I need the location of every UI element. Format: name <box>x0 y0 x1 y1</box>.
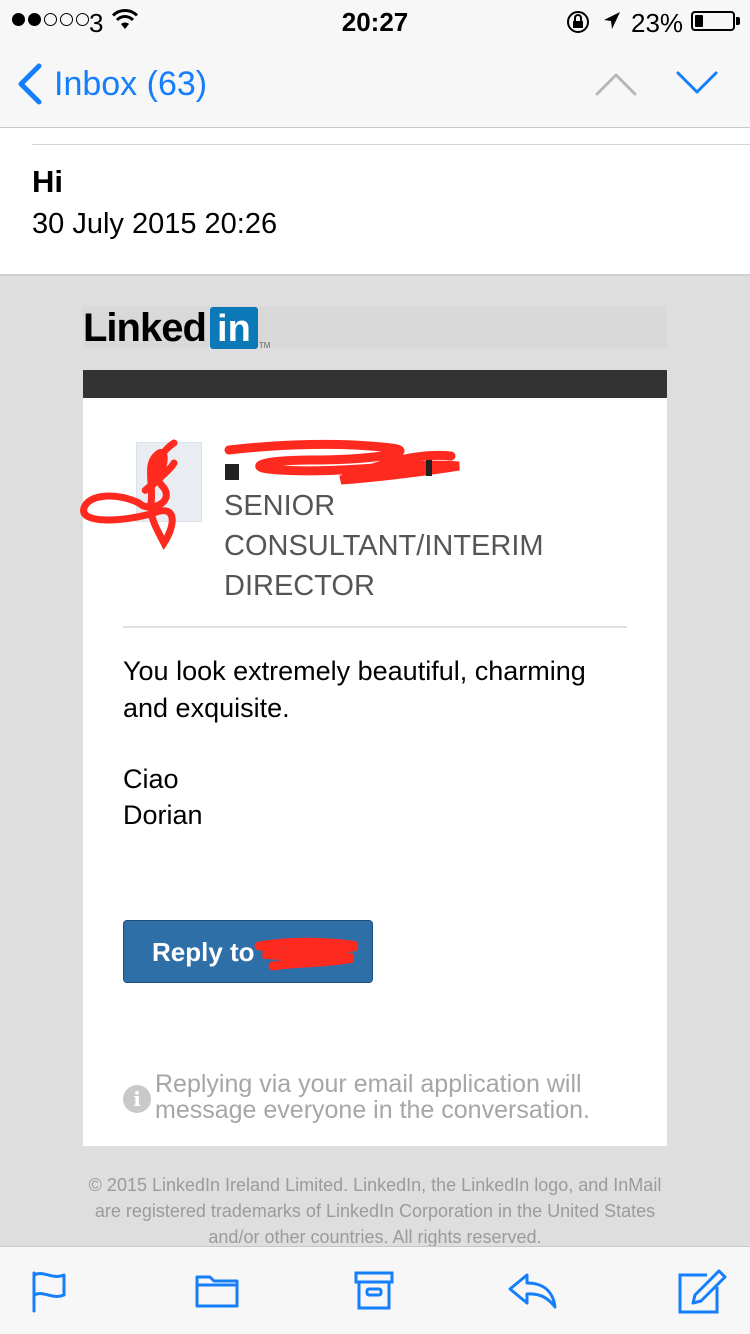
info-icon: i <box>123 1085 151 1113</box>
flag-icon[interactable] <box>30 1269 70 1313</box>
signoff-greeting: Ciao <box>123 764 179 794</box>
divider <box>123 626 627 628</box>
reply-note: i Replying via your email application wi… <box>123 1071 625 1123</box>
message-text: You look extremely beautiful, charming a… <box>123 656 586 723</box>
status-bar: 3 20:27 23% <box>0 0 750 40</box>
archive-icon[interactable] <box>354 1269 394 1311</box>
legal-footer: © 2015 LinkedIn Ireland Limited. LinkedI… <box>88 1175 662 1246</box>
signoff-name: Dorian <box>123 800 203 830</box>
nav-bar: Inbox (63) <box>0 40 750 128</box>
chevron-up-icon[interactable] <box>594 68 638 98</box>
redaction-scribble <box>80 439 178 550</box>
signoff: Ciao Dorian <box>123 761 203 833</box>
back-to-inbox-button[interactable]: Inbox (63) <box>54 65 207 104</box>
sender-title: SENIOR CONSULTANT/INTERIM DIRECTOR <box>224 490 544 602</box>
battery-percent: 23% <box>631 8 684 38</box>
location-icon <box>604 12 620 29</box>
email-subject: Hi <box>32 164 63 199</box>
chevron-left-icon[interactable] <box>14 62 44 106</box>
bottom-toolbar <box>0 1246 750 1334</box>
divider <box>32 144 750 145</box>
redaction-scribble <box>224 439 460 485</box>
email-body: Linked in TM SENIOR CONSULTANT/INTERIM D… <box>0 276 750 1246</box>
folder-icon[interactable] <box>194 1269 240 1309</box>
header-band <box>83 370 667 398</box>
chevron-down-icon[interactable] <box>675 68 719 98</box>
reply-button-label: Reply to <box>152 937 255 967</box>
reply-icon[interactable] <box>507 1269 559 1311</box>
brand-row: Linked in TM <box>83 306 667 350</box>
linkedin-logo: Linked in TM <box>83 306 271 350</box>
battery-cap <box>736 17 740 25</box>
battery-level <box>695 15 703 27</box>
compose-icon[interactable] <box>677 1269 727 1315</box>
redaction-scribble <box>254 937 359 971</box>
reply-note-text: Replying via your email application will… <box>155 1070 590 1124</box>
message-card: SENIOR CONSULTANT/INTERIM DIRECTOR You l… <box>80 398 667 1146</box>
email-date: 30 July 2015 20:26 <box>32 208 278 240</box>
battery-icon <box>691 11 735 31</box>
rotation-lock-icon <box>567 11 589 33</box>
mail-header: Hi 30 July 2015 20:26 <box>0 128 750 276</box>
